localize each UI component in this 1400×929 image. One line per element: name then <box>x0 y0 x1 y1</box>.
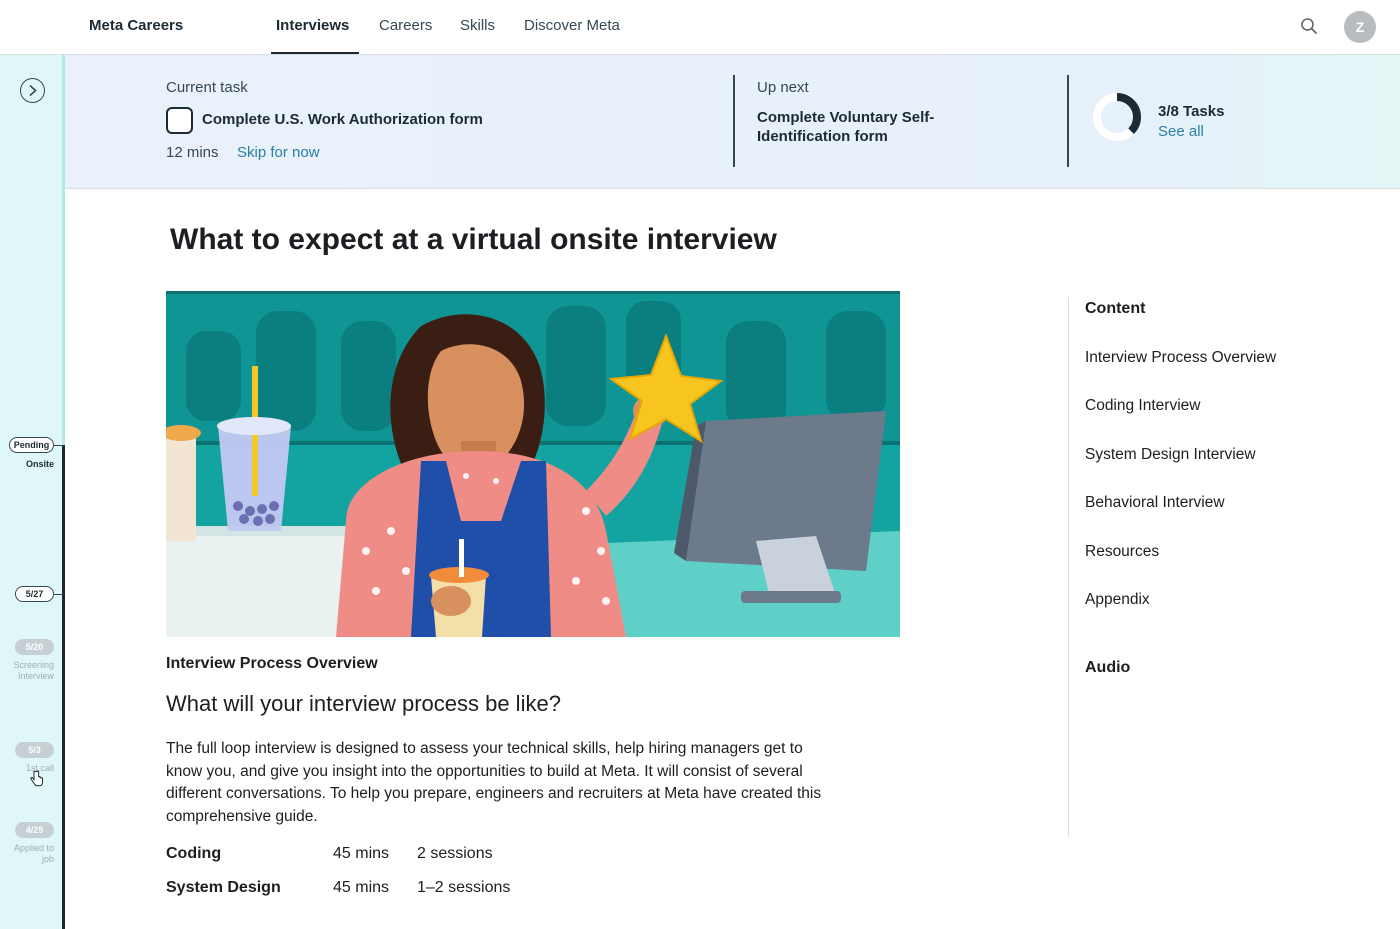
schedule-duration: 45 mins <box>333 879 390 896</box>
toc-item-resources[interactable]: Resources <box>1085 543 1159 561</box>
timeline-stage-label: 1st call <box>25 763 54 773</box>
section-label: Interview Process Overview <box>166 655 378 672</box>
task-progress-count: 3/8 Tasks <box>1158 103 1225 120</box>
schedule-sessions: 2 sessions <box>417 845 493 862</box>
banner-divider <box>1067 75 1069 167</box>
nav-interviews[interactable]: Interviews <box>276 17 349 34</box>
nav-careers[interactable]: Careers <box>379 17 432 34</box>
timeline-date: 5/20 <box>15 639 54 655</box>
timeline-stage-label: Applied to job <box>13 843 54 864</box>
avatar[interactable]: Z <box>1344 11 1376 43</box>
schedule-sessions: 1–2 sessions <box>417 879 511 896</box>
next-task-title[interactable]: Complete Voluntary Self-Identification f… <box>757 108 957 146</box>
chevron-right-icon <box>29 84 37 97</box>
timeline-sidebar <box>0 55 64 929</box>
page-title: What to expect at a virtual onsite inter… <box>170 223 777 256</box>
current-task-label: Current task <box>166 79 248 96</box>
see-all-link[interactable]: See all <box>1158 123 1204 140</box>
task-duration: 12 mins <box>166 144 219 161</box>
brand-logo[interactable]: Meta Careers <box>89 17 183 34</box>
nav-discover-meta[interactable]: Discover Meta <box>524 17 620 34</box>
nav-active-underline <box>271 52 359 54</box>
schedule-duration: 45 mins <box>333 845 390 862</box>
timeline-date: 5/3 <box>15 742 54 758</box>
skip-for-now-link[interactable]: Skip for now <box>237 144 320 161</box>
schedule-name: System Design <box>166 879 281 896</box>
banner-divider <box>733 75 735 167</box>
nav-skills[interactable]: Skills <box>460 17 495 34</box>
task-checkbox[interactable] <box>166 107 193 134</box>
search-icon[interactable] <box>1300 17 1320 37</box>
toc-audio-heading[interactable]: Audio <box>1085 659 1130 677</box>
timeline-stage-label: Screening Interview <box>13 660 54 681</box>
toc-heading: Content <box>1085 300 1146 317</box>
timeline-date: 5/27 <box>15 586 54 602</box>
toc-item-coding-interview[interactable]: Coding Interview <box>1085 397 1200 415</box>
schedule-name: Coding <box>166 845 222 862</box>
section-body: The full loop interview is designed to a… <box>166 740 822 825</box>
timeline-connector <box>54 594 63 595</box>
hero-illustration <box>166 291 900 637</box>
timeline-date: 4/29 <box>15 822 54 838</box>
toc-divider <box>1068 297 1069 837</box>
toc-item-interview-process-overview[interactable]: Interview Process Overview <box>1085 349 1276 367</box>
timeline-connector <box>54 445 63 446</box>
progress-ring <box>1093 93 1141 141</box>
up-next-label: Up next <box>757 79 809 96</box>
top-nav: Meta Careers Interviews Careers Skills D… <box>0 0 1400 55</box>
toc-item-behavioral-interview[interactable]: Behavioral Interview <box>1085 494 1225 512</box>
toc-item-system-design-interview[interactable]: System Design Interview <box>1085 446 1256 464</box>
hand-cursor-icon <box>30 770 43 787</box>
sidebar-expand-button[interactable] <box>20 78 45 103</box>
section-heading: What will your interview process be like… <box>166 691 561 716</box>
timeline-status-badge: Pending <box>9 437 54 453</box>
current-task-title[interactable]: Complete U.S. Work Authorization form <box>202 111 483 128</box>
toc-item-appendix[interactable]: Appendix <box>1085 591 1150 609</box>
timeline-stage-label: Onsite <box>25 459 54 469</box>
timeline-progress-rail <box>62 445 65 929</box>
